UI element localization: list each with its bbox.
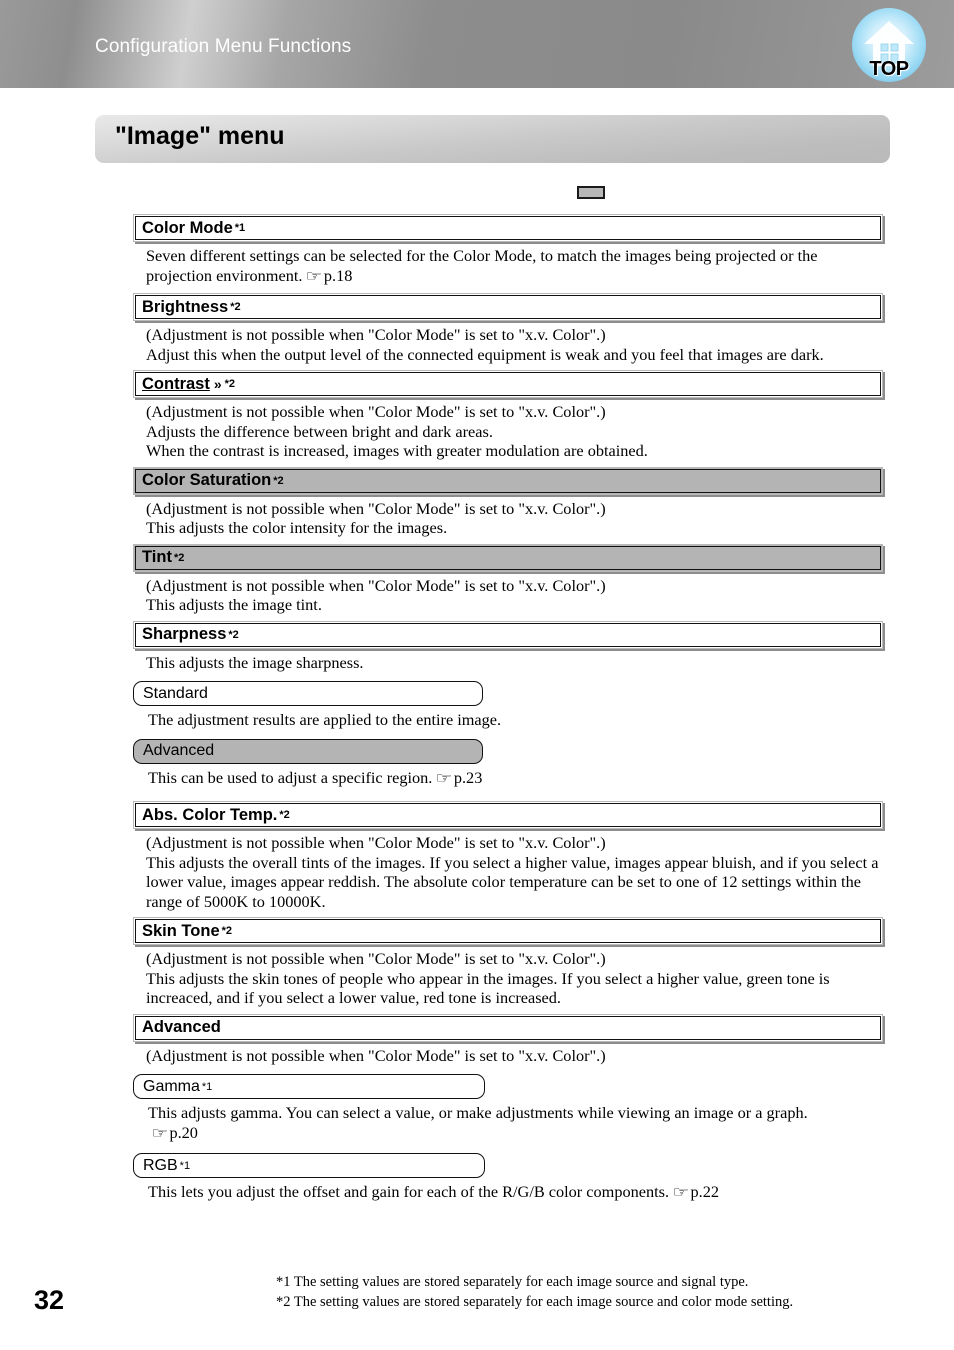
section-header-advanced: Advanced xyxy=(133,1013,883,1042)
page-banner: Configuration Menu Functions TOP xyxy=(0,0,954,88)
footnotes: *1 The setting values are stored separat… xyxy=(276,1272,896,1312)
subsection-body-standard: The adjustment results are applied to th… xyxy=(148,710,883,730)
section-body-skin-tone: (Adjustment is not possible when "Color … xyxy=(146,949,883,1008)
subsection-body-advanced-sharpness: This can be used to adjust a specific re… xyxy=(148,768,883,790)
top-badge[interactable]: TOP xyxy=(852,8,926,84)
body-text: (Adjustment is not possible when "Color … xyxy=(146,833,606,852)
body-text: This adjusts the overall tints of the im… xyxy=(146,852,879,911)
section-title: Advanced xyxy=(142,1018,221,1037)
section-header-tint: Tint *2 xyxy=(133,543,883,572)
page-title-bar: "Image" menu xyxy=(95,115,890,163)
body-text: Seven different settings can be selected… xyxy=(146,246,818,285)
subsection-body-gamma: This adjusts gamma. You can select a val… xyxy=(148,1103,883,1144)
body-text: This lets you adjust the offset and gain… xyxy=(148,1182,670,1201)
subsection-title: Standard xyxy=(143,684,208,702)
body-text: The adjustment results are applied to th… xyxy=(148,710,502,729)
footnote-2: *2 The setting values are stored separat… xyxy=(276,1294,794,1310)
subsection-advanced-sharpness[interactable]: Advanced xyxy=(133,738,483,764)
pointing-hand-icon: ☞ xyxy=(305,268,323,285)
section-title: Brightness xyxy=(142,297,229,316)
subsection-title: Gamma xyxy=(143,1077,200,1095)
page-number: 32 xyxy=(34,1285,65,1315)
pointing-hand-icon: ☞ xyxy=(672,1185,690,1201)
body-text: This adjusts the skin tones of people wh… xyxy=(146,968,830,1008)
body-text: This can be used to adjust a specific re… xyxy=(148,767,433,787)
page-reference[interactable]: p.20 xyxy=(169,1123,198,1142)
body-text: This adjusts the color intensity for the… xyxy=(146,518,448,537)
section-header-color-mode: Color Mode *1 xyxy=(133,214,883,242)
section-header-brightness: Brightness *2 xyxy=(133,293,883,321)
banner-title: Configuration Menu Functions xyxy=(95,36,352,57)
body-text: This adjusts the image tint. xyxy=(146,595,322,614)
body-text: (Adjustment is not possible when "Color … xyxy=(146,575,606,595)
section-title: Tint xyxy=(142,548,172,567)
section-body-abs-color-temp: (Adjustment is not possible when "Color … xyxy=(146,833,883,911)
page-reference[interactable]: p.18 xyxy=(324,266,353,285)
section-body-color-mode: Seven different settings can be selected… xyxy=(146,246,883,287)
top-badge-label: TOP xyxy=(869,58,909,80)
body-text: Adjusts the difference between bright an… xyxy=(146,421,493,441)
body-text: (Adjustment is not possible when "Color … xyxy=(146,325,606,344)
body-text: (Adjustment is not possible when "Color … xyxy=(146,949,606,968)
section-header-skin-tone: Skin Tone *2 xyxy=(133,917,883,945)
body-text: When the contrast is increased, images w… xyxy=(146,441,648,460)
section-title: Abs. Color Temp. xyxy=(142,805,278,824)
subsection-standard[interactable]: Standard xyxy=(133,681,483,706)
body-text: This adjusts the image sharpness. xyxy=(146,652,364,672)
section-header-contrast: Contrast» *2 xyxy=(133,370,883,398)
section-body-color-saturation: (Adjustment is not possible when "Color … xyxy=(146,499,883,538)
subsection-gamma[interactable]: Gamma *1 xyxy=(133,1074,485,1099)
section-body-advanced: (Adjustment is not possible when "Color … xyxy=(146,1046,883,1066)
section-body-tint: (Adjustment is not possible when "Color … xyxy=(146,576,883,615)
body-text: (Adjustment is not possible when "Color … xyxy=(146,402,606,421)
section-title: Sharpness xyxy=(142,625,227,644)
content-column: Color Mode *1 Seven different settings ca… xyxy=(133,186,885,1204)
pointing-hand-icon: ☞ xyxy=(151,1125,169,1142)
body-text: Adjust this when the output level of the… xyxy=(146,344,824,364)
body-text: (Adjustment is not possible when "Color … xyxy=(146,498,606,518)
glossary-marker-icon: » xyxy=(213,376,222,392)
section-header-color-saturation: Color Saturation *2 xyxy=(133,466,883,495)
gray-swatch-icon xyxy=(577,186,605,199)
footnote-1: *1 The setting values are stored separat… xyxy=(276,1274,749,1290)
subsection-rgb[interactable]: RGB *1 xyxy=(133,1153,485,1178)
section-body-brightness: (Adjustment is not possible when "Color … xyxy=(146,325,883,364)
section-title[interactable]: Contrast xyxy=(142,376,210,393)
body-text: This adjusts gamma. You can select a val… xyxy=(148,1103,808,1122)
section-title: Color Mode xyxy=(142,218,233,237)
pointing-hand-icon: ☞ xyxy=(435,770,453,787)
page-reference[interactable]: p.22 xyxy=(691,1182,720,1201)
subsection-title: Advanced xyxy=(143,742,215,759)
section-title: Color Saturation xyxy=(142,471,272,490)
section-body-contrast: (Adjustment is not possible when "Color … xyxy=(146,402,883,461)
section-body-sharpness: This adjusts the image sharpness. xyxy=(146,653,883,673)
subsection-body-rgb: This lets you adjust the offset and gain… xyxy=(148,1182,883,1204)
page-reference[interactable]: p.23 xyxy=(454,768,483,787)
page-title: "Image" menu xyxy=(115,122,285,150)
section-title: Skin Tone xyxy=(142,921,220,940)
subsection-title: RGB xyxy=(143,1156,178,1174)
body-text: (Adjustment is not possible when "Color … xyxy=(146,1045,606,1065)
section-header-sharpness: Sharpness *2 xyxy=(133,620,883,649)
section-header-abs-color-temp: Abs. Color Temp. *2 xyxy=(133,801,883,829)
